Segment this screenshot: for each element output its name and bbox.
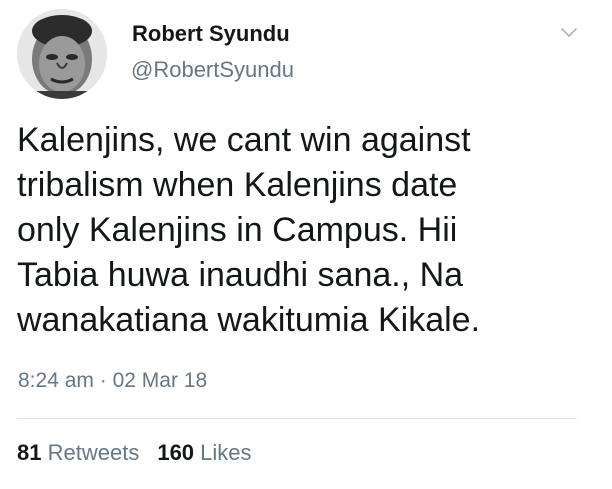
likes-count: 160 [157,440,195,465]
likes-stat[interactable]: 160 Likes [157,440,251,465]
display-name[interactable]: Robert Syundu [132,21,290,47]
retweets-label: Retweets [47,440,140,465]
tweet-date: 02 Mar 18 [112,369,208,392]
timestamp-separator: · [99,369,107,392]
profile-photo-icon [17,9,107,99]
divider [17,418,577,419]
tweet-timestamp[interactable]: 8:24 am · 02 Mar 18 [18,369,207,393]
retweets-count: 81 [17,440,42,465]
tweet-stats: 81 Retweets 160 Likes [17,440,252,466]
tweet-card: Robert Syundu @RobertSyundu Kalenjins, w… [0,0,612,489]
likes-label: Likes [200,440,252,465]
user-handle[interactable]: @RobertSyundu [131,57,294,83]
tweet-text: Kalenjins, we cant win against tribalism… [17,121,481,339]
avatar[interactable] [17,9,107,99]
retweets-stat[interactable]: 81 Retweets [17,440,139,465]
tweet-time: 8:24 am [18,369,94,392]
chevron-down-icon[interactable] [557,20,581,44]
